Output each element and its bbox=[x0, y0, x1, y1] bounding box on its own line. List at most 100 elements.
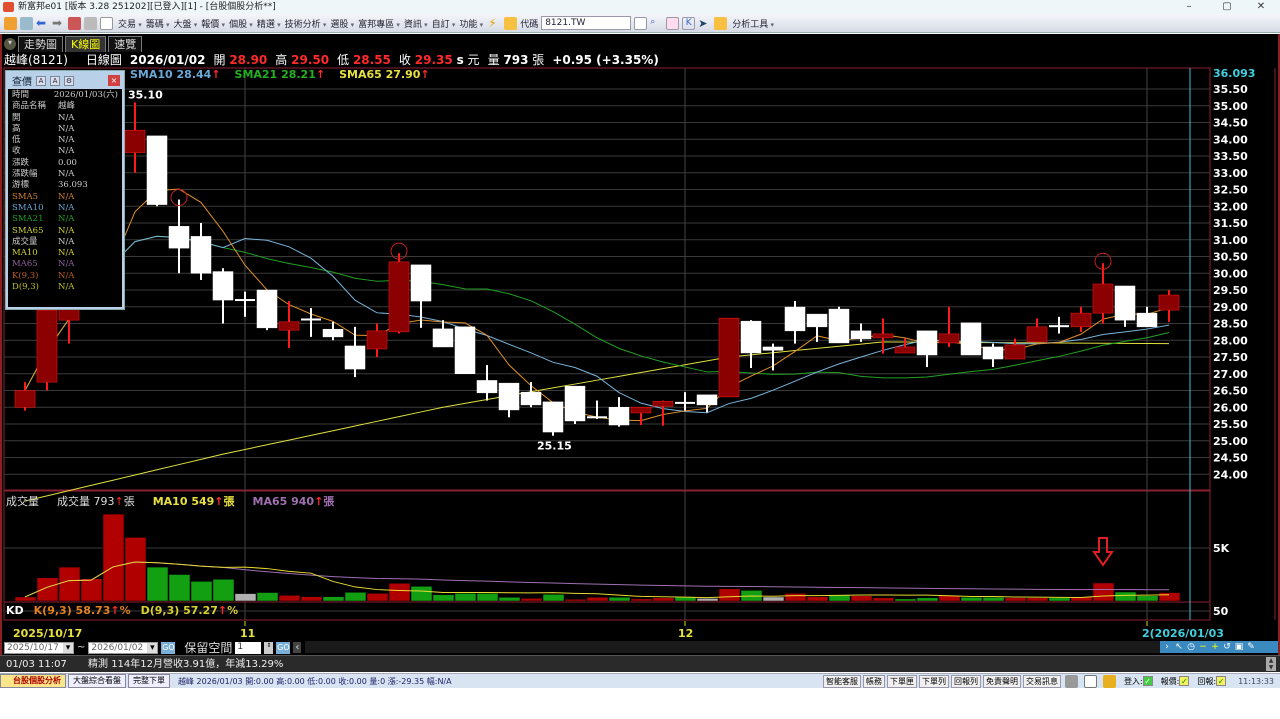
go-button[interactable]: GO bbox=[161, 641, 176, 654]
reset-icon[interactable]: ↺ bbox=[1222, 642, 1232, 652]
bottom-button-3[interactable]: 下單列 bbox=[918, 674, 949, 688]
analysis-tools-menu[interactable]: 分析工具 bbox=[730, 17, 776, 30]
volume-unit: 張 bbox=[532, 53, 545, 67]
bottom-button-6[interactable]: 交易訊息 bbox=[1022, 674, 1061, 688]
notepad-icon[interactable] bbox=[504, 16, 518, 30]
date-range-controls: 2025/10/17 ~ 2026/01/02 GO 保留空間 1 ⇕ GO ‹ bbox=[4, 641, 302, 655]
panel-row-label: 低 bbox=[12, 135, 21, 146]
menu-0[interactable]: 交易 bbox=[116, 17, 144, 30]
report-status-icon: ✓ bbox=[1216, 676, 1227, 686]
minimize-button[interactable]: – bbox=[1174, 0, 1204, 14]
quote-label: 報價: bbox=[1160, 676, 1180, 686]
volume-title: 成交量 bbox=[6, 495, 39, 508]
tab-full-order[interactable]: 完整下單 bbox=[128, 674, 170, 688]
chart-scrollbar[interactable] bbox=[305, 641, 1160, 653]
pointer-icon[interactable]: ➤ bbox=[698, 17, 711, 30]
tab-menu-icon[interactable]: ▾ bbox=[4, 38, 16, 50]
unit: 張 bbox=[223, 495, 235, 508]
panel-row: D(9,3) N/A bbox=[12, 282, 118, 293]
font-decrease-icon[interactable]: A bbox=[50, 75, 60, 86]
bottom-button-5[interactable]: 免責聲明 bbox=[982, 674, 1021, 688]
panel-row: 成交量 N/A bbox=[12, 237, 118, 248]
panel-row-value: N/A bbox=[58, 248, 75, 259]
menu-8[interactable]: 富邦專區 bbox=[356, 17, 402, 30]
menu-1[interactable]: 籌碼 bbox=[144, 17, 172, 30]
panel-row: SMA65 N/A bbox=[12, 226, 118, 237]
start-date-select[interactable]: 2025/10/17 bbox=[4, 641, 74, 654]
panel-row: 高 N/A bbox=[12, 124, 118, 135]
menu-3[interactable]: 報價 bbox=[199, 17, 227, 30]
panel-row-value: N/A bbox=[58, 169, 75, 180]
tab-stock-analysis[interactable]: 台股個股分析 bbox=[0, 674, 66, 688]
user-icon[interactable] bbox=[68, 16, 81, 30]
trash-icon[interactable] bbox=[1064, 674, 1078, 688]
panel-row-label: K(9,3) bbox=[12, 270, 39, 281]
settings-icon[interactable]: ⚙ bbox=[64, 75, 74, 86]
panel-close-button[interactable]: × bbox=[108, 75, 120, 86]
scroll-right-button[interactable]: › bbox=[1162, 642, 1172, 652]
reserve-space-input[interactable]: 1 bbox=[235, 641, 262, 654]
volume-legend-value: 成交量 793 bbox=[57, 495, 115, 508]
panel-row: SMA10 N/A bbox=[12, 203, 118, 214]
menu-11[interactable]: 功能 bbox=[457, 17, 485, 30]
news-time: 01/03 11:07 bbox=[6, 659, 67, 670]
bottom-button-0[interactable]: 智能客服 bbox=[822, 674, 861, 688]
menu-10[interactable]: 自訂 bbox=[430, 17, 458, 30]
back-icon[interactable]: ⬅ bbox=[36, 17, 49, 30]
zoom-out-icon[interactable]: − bbox=[1198, 642, 1208, 652]
k-value: K(9,3) 58.73 bbox=[33, 604, 111, 617]
login-label: 登入: bbox=[1123, 676, 1143, 686]
tab-overview[interactable]: 速覽 bbox=[108, 36, 143, 52]
menu-9[interactable]: 資訊 bbox=[402, 17, 430, 30]
up-arrow-icon: ↑ bbox=[114, 495, 124, 508]
fit-icon[interactable]: ▣ bbox=[1234, 642, 1244, 652]
search-icon[interactable]: ⌕ bbox=[650, 17, 663, 30]
end-date-select[interactable]: 2026/01/02 bbox=[88, 641, 159, 654]
clock-icon[interactable]: ◷ bbox=[1186, 642, 1196, 652]
reserve-spinner[interactable]: ⇕ bbox=[264, 641, 274, 654]
tab-kline[interactable]: K線圖 bbox=[65, 36, 107, 52]
k-chart-icon[interactable]: K bbox=[682, 16, 696, 30]
scroll-left-button[interactable]: ‹ bbox=[293, 642, 302, 653]
lock-icon[interactable] bbox=[1102, 674, 1116, 688]
menu-4[interactable]: 個股 bbox=[227, 17, 255, 30]
panel-row: SMA21 N/A bbox=[12, 214, 118, 225]
menu-5[interactable]: 精選 bbox=[255, 17, 283, 30]
font-increase-icon[interactable]: A bbox=[36, 75, 46, 86]
chart-icon[interactable] bbox=[666, 16, 680, 30]
close-button[interactable]: ✕ bbox=[1246, 0, 1276, 14]
page-icon[interactable] bbox=[20, 16, 33, 30]
panel-row-value: N/A bbox=[58, 123, 75, 134]
panel-row-value: N/A bbox=[58, 214, 75, 225]
bottom-button-1[interactable]: 帳務 bbox=[862, 674, 885, 688]
quote-lookup-panel[interactable]: 查價 A A ⚙ × 時間 2026/01/03(六) 商品名稱 越峰開 N/A 高 N/A… bbox=[5, 70, 125, 310]
bottom-button-4[interactable]: 回報列 bbox=[950, 674, 981, 688]
vol-ma65-legend: MA65 940 bbox=[252, 495, 315, 508]
panel-row-label: 成交量 bbox=[12, 236, 38, 247]
volume-value: 793 bbox=[503, 53, 529, 67]
stock-code-input[interactable]: 8121.TW bbox=[541, 16, 632, 30]
bottom-button-2[interactable]: 下單匣 bbox=[886, 674, 917, 688]
quote-header: 越峰(8121) 日線圖 2026/01/02 開 28.90 高 29.50 … bbox=[4, 52, 659, 68]
go-button-2[interactable]: GO bbox=[276, 641, 291, 654]
lightning-icon[interactable]: ⚡ bbox=[488, 17, 501, 30]
enter-icon[interactable] bbox=[634, 16, 648, 30]
menu-2[interactable]: 大盤 bbox=[172, 17, 200, 30]
tab-market-overview[interactable]: 大盤綜合看盤 bbox=[68, 674, 126, 688]
expand-icon[interactable] bbox=[100, 16, 113, 30]
popout-icon[interactable] bbox=[1083, 674, 1097, 688]
menu-7[interactable]: 選股 bbox=[328, 17, 356, 30]
zoom-in-icon[interactable]: + bbox=[1210, 642, 1220, 652]
tool-icon[interactable]: ✎ bbox=[1246, 642, 1256, 652]
menu-6[interactable]: 技術分析 bbox=[283, 17, 329, 30]
home-icon[interactable] bbox=[4, 16, 17, 30]
news-headline[interactable]: 精測 114年12月營收3.91億，年減13.29% bbox=[88, 659, 283, 670]
unit: 張 bbox=[323, 495, 335, 508]
news-scroll-icon[interactable]: ▲ ▼ bbox=[1266, 657, 1276, 671]
print-icon[interactable] bbox=[84, 16, 97, 30]
forward-icon[interactable]: ➡ bbox=[52, 17, 65, 30]
analysis-tool-icon[interactable] bbox=[714, 16, 728, 30]
tab-trend[interactable]: 走勢圖 bbox=[18, 36, 63, 52]
restore-button[interactable]: ▢ bbox=[1212, 0, 1242, 14]
jump-start-icon[interactable]: ↖ bbox=[1174, 642, 1184, 652]
